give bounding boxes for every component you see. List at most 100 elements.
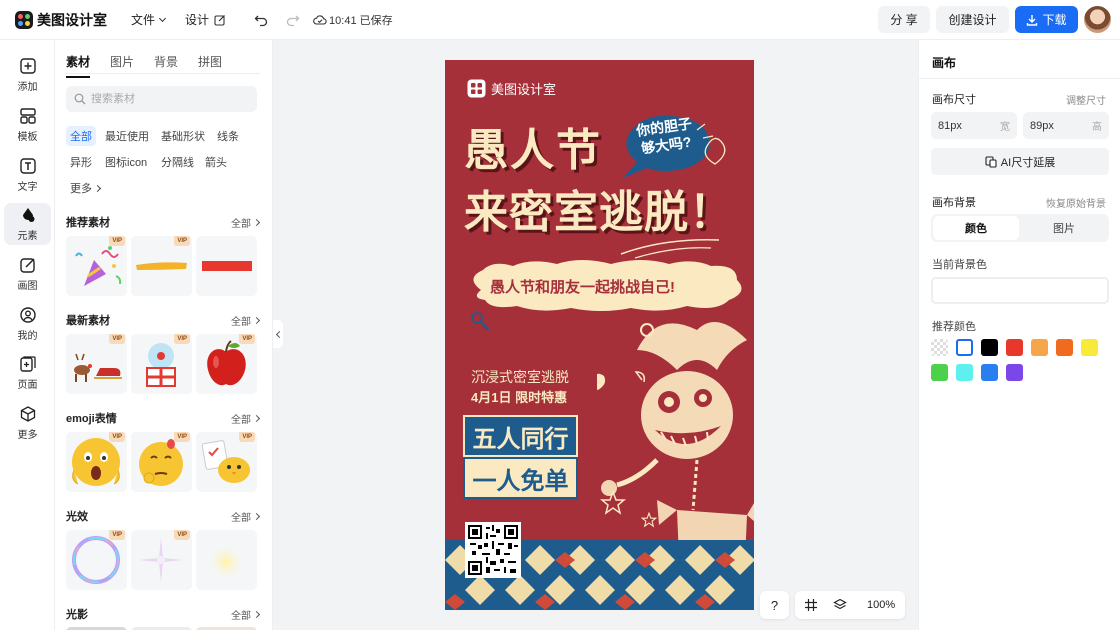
tab-images[interactable]: 图片 xyxy=(110,53,134,78)
vip-badge: VIP xyxy=(109,530,125,540)
grid-icon[interactable] xyxy=(804,598,818,612)
rail-add[interactable]: 添加 xyxy=(4,54,51,96)
swatch-light-orange[interactable] xyxy=(1031,339,1048,356)
asset-thumb[interactable] xyxy=(196,236,257,296)
chip-icons[interactable]: 图标icon xyxy=(101,152,151,172)
bg-tab-image[interactable]: 图片 xyxy=(1021,216,1107,240)
height-field[interactable]: 89px 高 xyxy=(1023,112,1109,139)
share-button[interactable]: 分 享 xyxy=(878,6,930,33)
file-menu[interactable]: 文件 xyxy=(131,11,167,28)
asset-thumb[interactable]: VIP xyxy=(196,432,257,492)
canvas-toolbar: 100% xyxy=(795,591,905,619)
swatch-green[interactable] xyxy=(931,364,948,381)
asset-thumb[interactable]: VIP xyxy=(66,236,127,296)
poster-logo-icon xyxy=(467,79,486,98)
rail-label: 更多 xyxy=(17,430,38,441)
create-design-button[interactable]: 创建设计 xyxy=(936,6,1009,33)
avatar[interactable] xyxy=(1084,6,1111,33)
download-button[interactable]: 下载 xyxy=(1015,6,1078,33)
asset-thumb[interactable]: VIP xyxy=(131,236,192,296)
swatch-red[interactable] xyxy=(1006,339,1023,356)
chip-dividers[interactable]: 分隔线 xyxy=(157,152,198,172)
vip-badge: VIP xyxy=(239,432,255,442)
asset-thumb[interactable]: VIP xyxy=(66,530,127,590)
chip-arrows[interactable]: 箭头 xyxy=(201,152,231,172)
promo-box-2: 一人免单 xyxy=(463,457,578,499)
search-box[interactable] xyxy=(66,86,257,112)
current-bg-label: 当前背景色 xyxy=(932,259,987,271)
tab-collage[interactable]: 拼图 xyxy=(198,53,222,78)
width-value: 81px xyxy=(938,119,962,132)
chip-lines[interactable]: 线条 xyxy=(213,126,243,146)
swatch-yellow[interactable] xyxy=(1081,339,1098,356)
layers-icon[interactable] xyxy=(833,598,847,612)
rail-pages[interactable]: 页面 xyxy=(4,352,51,394)
search-input[interactable] xyxy=(91,93,241,105)
swatch-white[interactable] xyxy=(956,339,973,356)
design-canvas[interactable]: 美图设计室 愚人节 来密室逃脱！ 你的胆子 够大吗? 愚人节和朋友一起挑战自己!… xyxy=(445,60,754,610)
pages-icon xyxy=(19,356,36,372)
tab-backgrounds[interactable]: 背景 xyxy=(154,53,178,78)
see-all-shadow[interactable]: 全部 xyxy=(231,607,261,622)
star-doodle xyxy=(641,512,657,528)
asset-thumb[interactable]: VIP xyxy=(131,530,192,590)
rail-templates[interactable]: 模板 xyxy=(4,104,51,146)
redo-icon[interactable] xyxy=(286,13,300,27)
rail-draw[interactable]: 画图 xyxy=(4,253,51,295)
restore-bg-link[interactable]: 恢复原始背景 xyxy=(1046,195,1106,210)
undo-icon[interactable] xyxy=(254,13,268,27)
see-all-emoji[interactable]: 全部 xyxy=(231,411,261,426)
promo-text-2: 一人免单 xyxy=(472,467,569,495)
vip-badge: VIP xyxy=(174,236,190,246)
vip-badge: VIP xyxy=(109,334,125,344)
help-button[interactable]: ? xyxy=(760,591,789,619)
asset-thumb[interactable] xyxy=(196,530,257,590)
file-menu-label: 文件 xyxy=(131,13,156,27)
see-all-recommended[interactable]: 全部 xyxy=(231,215,261,230)
rail-text[interactable]: 文字 xyxy=(4,154,51,196)
swatch-transparent[interactable] xyxy=(931,339,948,356)
divider xyxy=(919,78,1120,79)
rail-label: 我的 xyxy=(17,331,38,342)
app-logo[interactable]: 美图设计室 xyxy=(15,10,107,30)
width-unit: 宽 xyxy=(1000,122,1010,133)
swatch-blue[interactable] xyxy=(981,364,998,381)
rail-mine[interactable]: 我的 xyxy=(4,303,51,345)
asset-thumb[interactable]: VIP xyxy=(196,334,257,394)
collapse-panel-button[interactable] xyxy=(273,320,283,348)
chip-recent[interactable]: 最近使用 xyxy=(101,126,153,146)
chip-irregular[interactable]: 异形 xyxy=(66,152,96,172)
app-name: 美图设计室 xyxy=(37,11,107,28)
top-bar: 美图设计室 文件 设计 10:41 已保存 分 享 创建设计 下载 xyxy=(0,0,1120,40)
vip-badge: VIP xyxy=(174,432,190,442)
jester-in-box-illustration xyxy=(597,322,754,560)
section-title-emoji: emoji表情 xyxy=(66,413,117,425)
bg-tab-color-label: 颜色 xyxy=(965,223,987,235)
tab-materials[interactable]: 素材 xyxy=(66,53,91,78)
left-rail: 添加 模板 文字 元素 画图 我的 页面 更多 xyxy=(0,40,55,630)
rail-elements[interactable]: 元素 xyxy=(4,203,51,245)
ai-extend-button[interactable]: AI尺寸延展 xyxy=(931,148,1109,175)
asset-thumb[interactable]: VIP xyxy=(66,334,127,394)
design-menu[interactable]: 设计 xyxy=(185,11,226,28)
zoom-level[interactable]: 100% xyxy=(867,599,895,611)
chip-all[interactable]: 全部 xyxy=(66,126,96,146)
rail-label: 画图 xyxy=(17,281,38,292)
adjust-size-link[interactable]: 调整尺寸 xyxy=(1066,92,1106,107)
current-bg-swatch[interactable] xyxy=(931,277,1109,304)
rail-more[interactable]: 更多 xyxy=(4,402,51,444)
swatch-orange[interactable] xyxy=(1056,339,1073,356)
chip-more[interactable]: 更多 xyxy=(66,178,104,198)
asset-thumb[interactable]: VIP xyxy=(131,432,192,492)
asset-thumb[interactable]: VIP xyxy=(131,334,192,394)
swatch-black[interactable] xyxy=(981,339,998,356)
see-all-label: 全部 xyxy=(231,415,251,426)
width-field[interactable]: 81px 宽 xyxy=(931,112,1017,139)
see-all-light[interactable]: 全部 xyxy=(231,509,261,524)
swatch-cyan[interactable] xyxy=(956,364,973,381)
bg-tab-color[interactable]: 颜色 xyxy=(933,216,1019,240)
swatch-purple[interactable] xyxy=(1006,364,1023,381)
see-all-newest[interactable]: 全部 xyxy=(231,313,261,328)
asset-thumb[interactable]: VIP xyxy=(66,432,127,492)
chip-basic-shapes[interactable]: 基础形状 xyxy=(157,126,209,146)
